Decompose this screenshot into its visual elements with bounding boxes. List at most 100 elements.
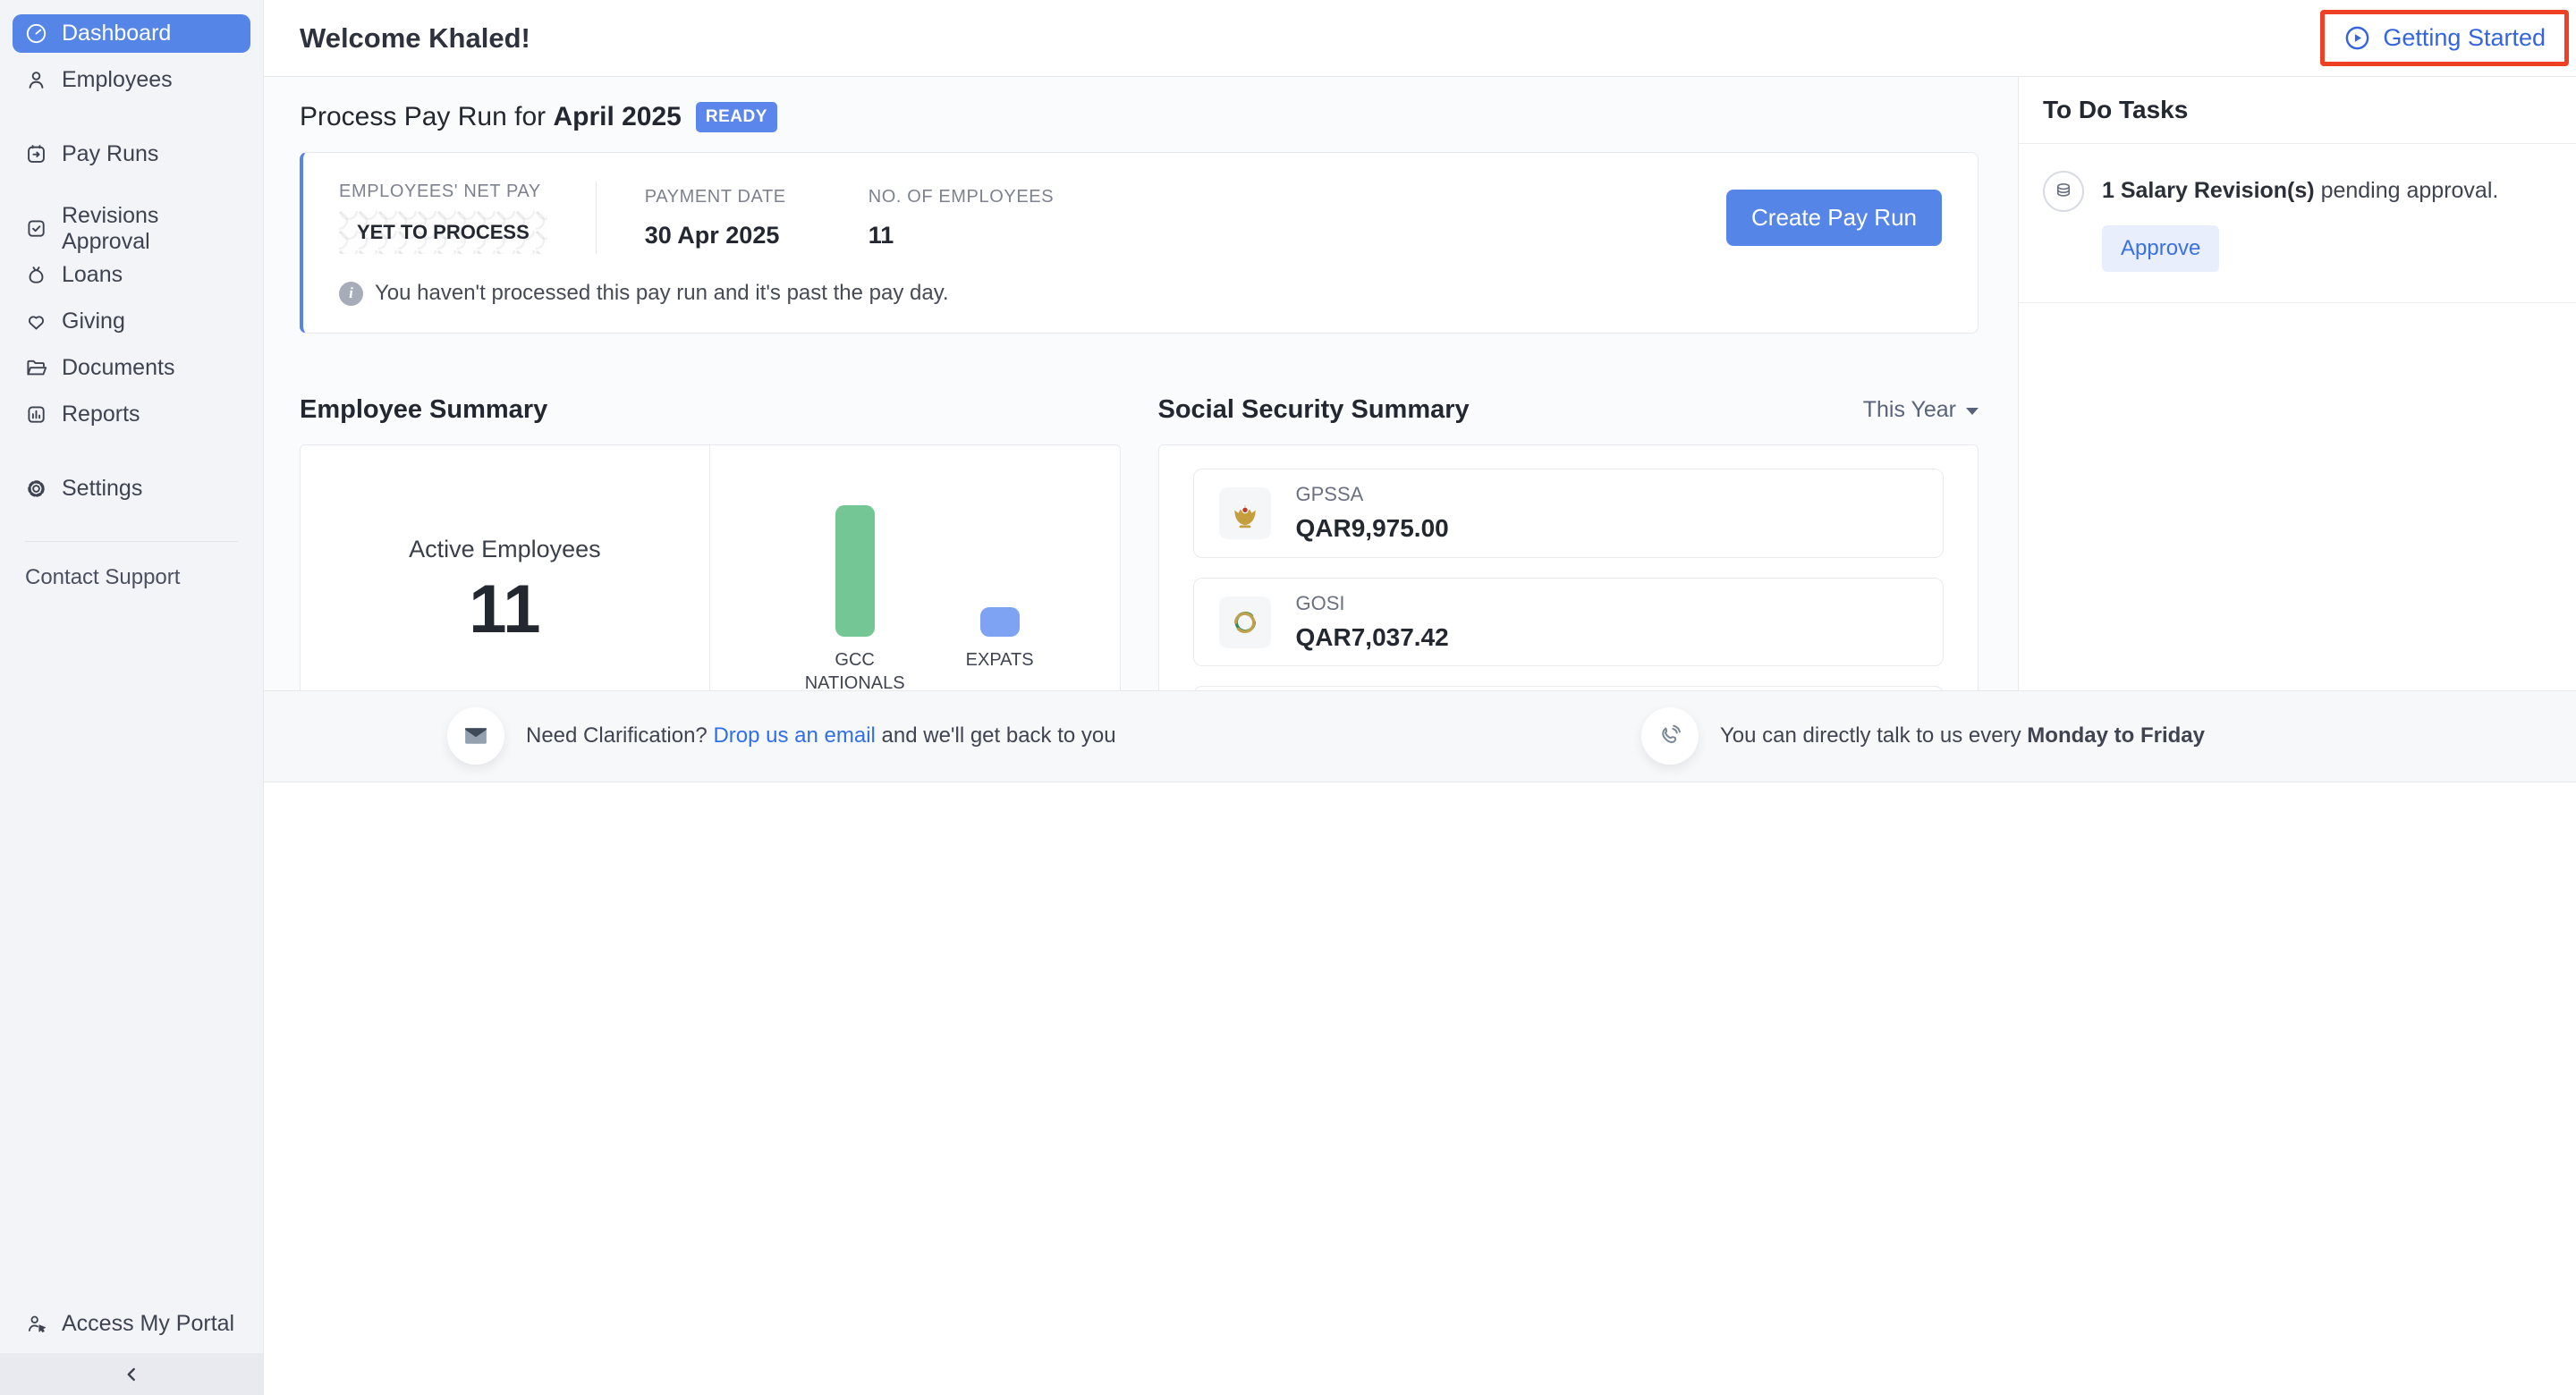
net-pay-value: YET TO PROCESS [339, 211, 547, 254]
employee-count-value: 11 [869, 222, 1054, 249]
active-employees-label: Active Employees [409, 536, 601, 563]
revisions-approval-icon [24, 216, 48, 241]
pay-run-title-prefix: Process Pay Run for [300, 102, 553, 131]
sidebar-item-label: Revisions Approval [62, 203, 239, 255]
pay-runs-icon [24, 142, 48, 166]
email-icon [447, 707, 504, 765]
reports-icon [24, 402, 48, 427]
sidebar-item-dashboard[interactable]: Dashboard [13, 14, 250, 53]
annotation-highlight-box: Getting Started [2320, 10, 2569, 66]
sidebar-item-label: Dashboard [62, 21, 171, 46]
social-security-row-text: GOSI QAR7,037.42 [1296, 592, 1449, 652]
summary-cards-row: Employee Summary Active Employees 11 GCC… [300, 393, 1979, 690]
sidebar-item-employees[interactable]: Employees [13, 61, 250, 99]
sidebar-spacer [0, 590, 263, 1311]
access-my-portal-link[interactable]: Access My Portal [25, 1311, 238, 1337]
content-row: Process Pay Run for April 2025 READY EMP… [264, 77, 2576, 690]
sidebar-item-settings[interactable]: Settings [13, 469, 250, 508]
settings-icon [24, 477, 48, 501]
giving-icon [24, 309, 48, 334]
sidebar-item-reports[interactable]: Reports [13, 395, 250, 434]
process-pay-run-section: Process Pay Run for April 2025 READY EMP… [300, 102, 1979, 334]
sidebar-item-revisions-approval[interactable]: Revisions Approval [13, 209, 250, 248]
period-dropdown-label: This Year [1863, 397, 1956, 423]
support-footer: Need Clarification? Drop us an email and… [264, 690, 2576, 782]
loans-icon [24, 263, 48, 287]
email-text-suffix: and we'll get back to you [876, 723, 1116, 748]
phone-support-item: You can directly talk to us every Monday… [1641, 707, 2205, 765]
approve-button[interactable]: Approve [2102, 225, 2219, 272]
social-security-row-gosi: GOSI QAR7,037.42 [1193, 578, 1945, 667]
dashboard-icon [24, 21, 48, 46]
getting-started-button[interactable]: Getting Started [2325, 14, 2564, 62]
todo-panel: To Do Tasks 1 Salary Revision(s) pending… [2018, 77, 2576, 690]
pay-run-details: EMPLOYEES' NET PAY YET TO PROCESS PAYMEN… [339, 182, 1942, 254]
chevron-left-icon [120, 1363, 143, 1386]
sidebar-item-label: Settings [62, 476, 142, 502]
sidebar-item-label: Reports [62, 402, 140, 427]
topbar: Welcome Khaled! Getting Started [264, 0, 2576, 77]
authority-amount: QAR7,037.42 [1296, 623, 1449, 652]
pay-run-title-row: Process Pay Run for April 2025 READY [300, 102, 1979, 132]
authority-amount: QAR9,975.00 [1296, 514, 1449, 543]
todo-title: To Do Tasks [2019, 77, 2576, 144]
net-pay-label: EMPLOYEES' NET PAY [339, 182, 547, 202]
employee-bar-chart-area: GCC NATIONALSEXPATS [710, 445, 1120, 690]
play-circle-icon [2343, 24, 2371, 52]
pay-run-period: April 2025 [553, 102, 681, 131]
employee-summary-column: Employee Summary Active Employees 11 GCC… [300, 393, 1121, 690]
todo-task-rest: pending approval. [2315, 178, 2499, 203]
sidebar-item-loans[interactable]: Loans [13, 256, 250, 294]
employee-count-label: NO. OF EMPLOYEES [869, 187, 1054, 207]
sidebar-collapse-button[interactable] [0, 1353, 263, 1395]
main-column: Welcome Khaled! Getting Started Process … [264, 0, 2576, 1395]
email-support-text: Need Clarification? Drop us an email and… [526, 723, 1116, 748]
todo-task-count: 1 Salary Revision(s) [2102, 178, 2315, 203]
create-pay-run-button[interactable]: Create Pay Run [1726, 190, 1942, 246]
authority-name: GOSI [1296, 592, 1449, 615]
social-security-period-dropdown[interactable]: This Year [1863, 397, 1979, 423]
page-title: Welcome Khaled! [300, 22, 530, 55]
documents-icon [24, 356, 48, 380]
todo-task-salary-revision: 1 Salary Revision(s) pending approval. A… [2019, 144, 2576, 303]
pay-run-title: Process Pay Run for April 2025 [300, 102, 682, 132]
phone-text-days: Monday to Friday [2027, 723, 2205, 748]
employee-bar-chart: GCC NATIONALSEXPATS [796, 503, 1034, 690]
sidebar-item-giving[interactable]: Giving [13, 302, 250, 341]
social-security-card: GPSSA QAR9,975.00 GOSI QAR7,0 [1158, 444, 1979, 690]
employee-count-column: NO. OF EMPLOYEES 11 [869, 187, 1054, 249]
sidebar-item-documents[interactable]: Documents [13, 349, 250, 387]
social-security-row-gpssa: GPSSA QAR9,975.00 [1193, 469, 1945, 558]
pay-run-info-note: i You haven't processed this pay run and… [339, 281, 1942, 306]
getting-started-label: Getting Started [2383, 24, 2546, 52]
pay-run-card: EMPLOYEES' NET PAY YET TO PROCESS PAYMEN… [300, 152, 1979, 334]
payment-date-value: 30 Apr 2025 [645, 222, 786, 249]
sidebar-item-pay-runs[interactable]: Pay Runs [13, 135, 250, 173]
todo-task-text: 1 Salary Revision(s) pending approval. [2102, 171, 2498, 206]
contact-support-link[interactable]: Contact Support [25, 565, 238, 590]
todo-task-content: 1 Salary Revision(s) pending approval. A… [2102, 171, 2498, 272]
gosi-emblem-icon [1219, 596, 1271, 648]
sidebar-divider [25, 541, 238, 542]
info-note-text: You haven't processed this pay run and i… [375, 281, 949, 306]
drop-us-an-email-link[interactable]: Drop us an email [713, 723, 875, 748]
portal-user-cursor-icon [25, 1312, 49, 1336]
active-employees-block: Active Employees 11 [301, 445, 710, 690]
access-my-portal-label: Access My Portal [62, 1311, 234, 1337]
employee-summary-card: Active Employees 11 GCC NATIONALSEXPATS … [300, 444, 1121, 690]
social-security-column: Social Security Summary This Year [1158, 393, 1979, 690]
active-employees-count: 11 [469, 576, 540, 644]
net-pay-column: EMPLOYEES' NET PAY YET TO PROCESS [339, 182, 547, 254]
gpssa-emblem-icon [1219, 487, 1271, 539]
email-text-prefix: Need Clarification? [526, 723, 713, 748]
payment-date-column: PAYMENT DATE 30 Apr 2025 [645, 187, 786, 249]
employees-icon [24, 68, 48, 92]
phone-text-prefix: You can directly talk to us every [1720, 723, 2027, 748]
sidebar-item-label: Documents [62, 355, 174, 381]
employee-bar-expats: EXPATS [966, 503, 1034, 690]
social-security-header: Social Security Summary This Year [1158, 393, 1979, 427]
status-badge: READY [696, 102, 777, 132]
sidebar-item-label: Giving [62, 309, 125, 334]
sidebar: Dashboard Employees Pay Runs Revisions A… [0, 0, 264, 1395]
sidebar-item-label: Pay Runs [62, 141, 158, 167]
